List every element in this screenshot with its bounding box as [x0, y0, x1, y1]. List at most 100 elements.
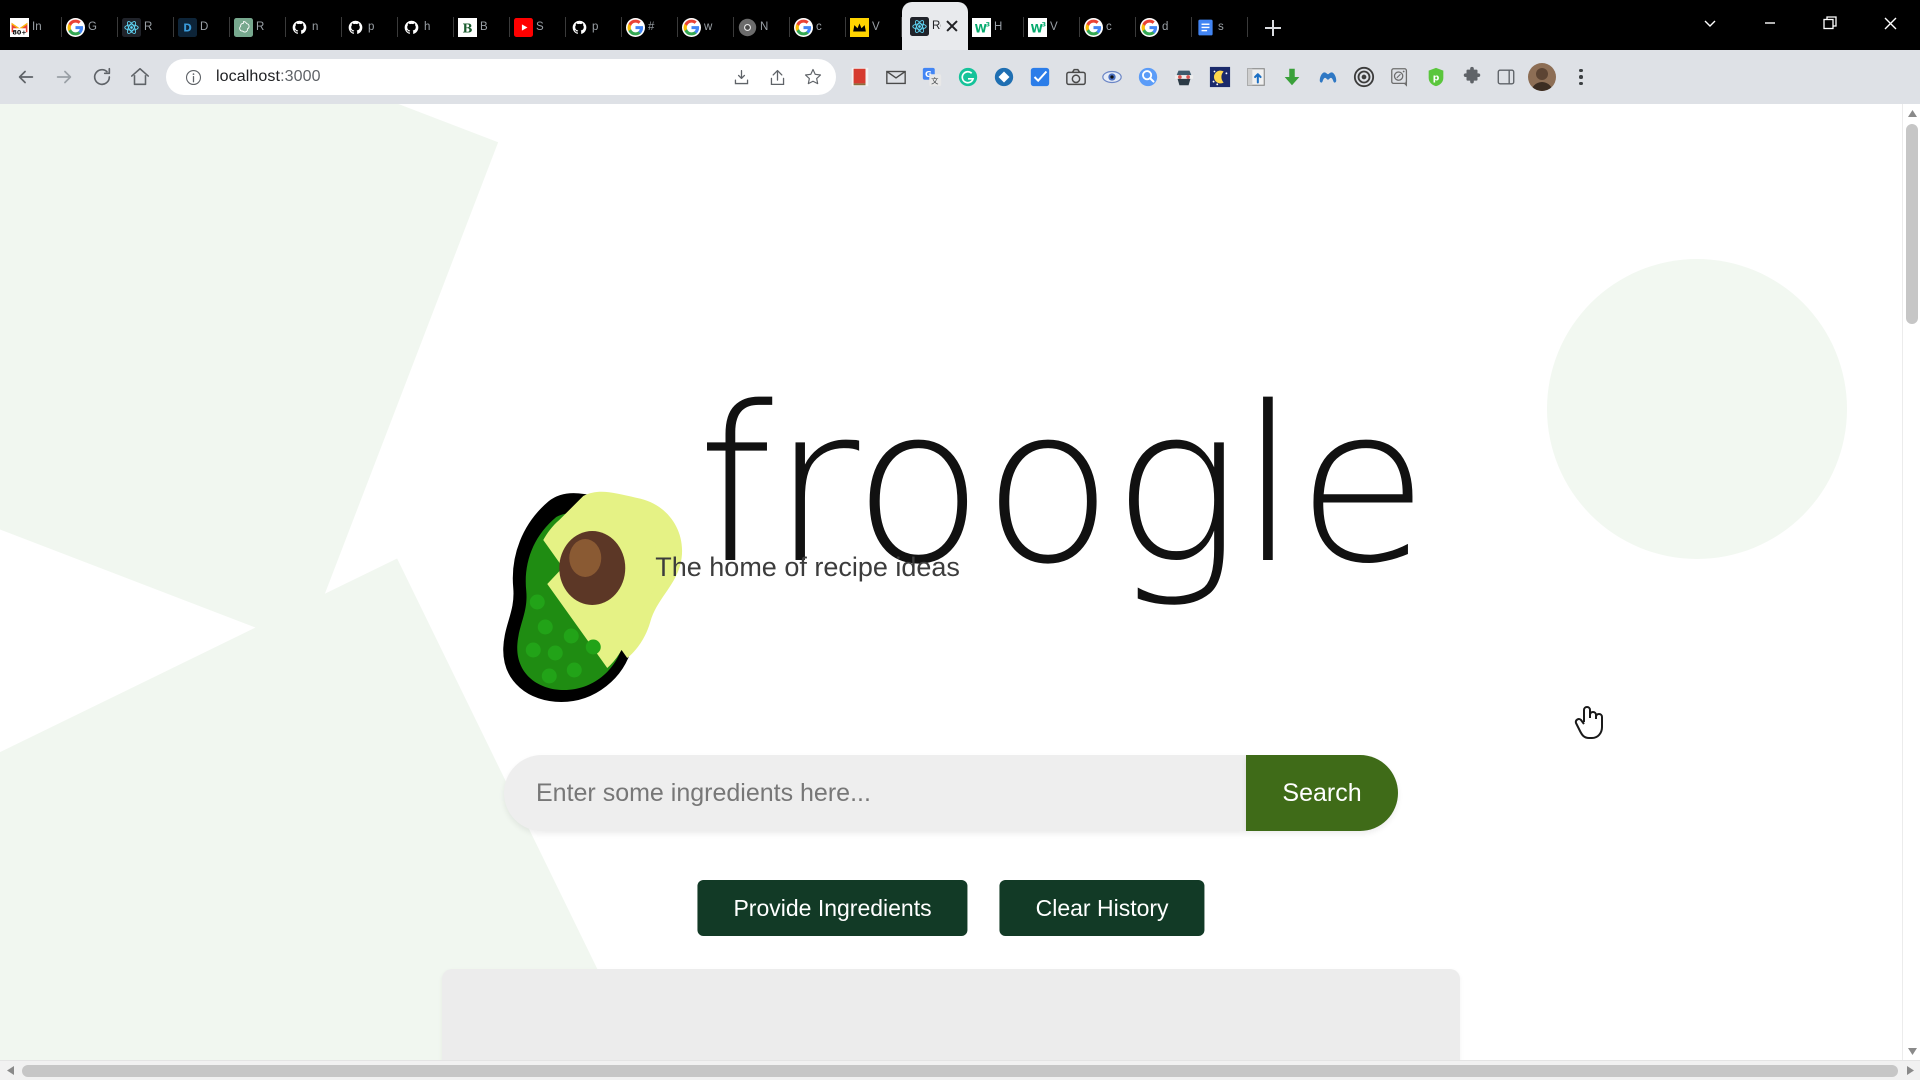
- github-icon: [290, 17, 309, 37]
- svg-text:B: B: [462, 21, 472, 35]
- bookstack-extension-icon[interactable]: [844, 61, 876, 93]
- webcam-extension-icon[interactable]: [1384, 61, 1416, 93]
- install-app-icon[interactable]: [728, 64, 754, 90]
- tab-4[interactable]: R: [230, 6, 286, 48]
- google-icon: [1084, 17, 1103, 37]
- eye-extension-icon[interactable]: [1096, 61, 1128, 93]
- tab-3[interactable]: DD: [174, 6, 230, 48]
- url-text[interactable]: localhost:3000: [216, 68, 718, 86]
- google-translate-extension-icon[interactable]: G文: [916, 61, 948, 93]
- address-bar[interactable]: localhost:3000: [166, 59, 836, 95]
- tab-14[interactable]: c: [790, 6, 846, 48]
- tab-2[interactable]: R: [118, 6, 174, 48]
- scroll-right-arrow-icon[interactable]: [1900, 1061, 1920, 1080]
- page-horizontal-scrollbar[interactable]: [0, 1060, 1920, 1080]
- tab-label: d: [1162, 21, 1169, 33]
- tab-7[interactable]: h: [398, 6, 454, 48]
- tab-5[interactable]: n: [286, 6, 342, 48]
- search-button[interactable]: Search: [1246, 755, 1398, 831]
- tab-8[interactable]: BB: [454, 6, 510, 48]
- reload-icon[interactable]: [84, 59, 120, 95]
- scroll-to-top-extension-icon[interactable]: [1240, 61, 1272, 93]
- share-icon[interactable]: [764, 64, 790, 90]
- target-extension-icon[interactable]: [1348, 61, 1380, 93]
- profile-avatar[interactable]: [1528, 63, 1556, 91]
- info-circle-icon[interactable]: [180, 64, 206, 90]
- tab-label: G: [88, 21, 97, 33]
- tab-19[interactable]: c: [1080, 6, 1136, 48]
- tab-label: S: [536, 21, 544, 33]
- scroll-up-arrow-icon[interactable]: [1903, 104, 1920, 122]
- provide-ingredients-button[interactable]: Provide Ingredients: [697, 880, 968, 936]
- dropbox-extension-icon[interactable]: [988, 61, 1020, 93]
- tab-10[interactable]: p: [566, 6, 622, 48]
- w3schools-icon: W3: [972, 17, 991, 37]
- clear-history-button[interactable]: Clear History: [999, 880, 1205, 936]
- tab-17[interactable]: W3H: [968, 6, 1024, 48]
- maximize-button[interactable]: [1800, 0, 1860, 46]
- vertical-scroll-thumb[interactable]: [1906, 124, 1918, 324]
- three-dot-menu-icon[interactable]: [1564, 60, 1598, 94]
- page-viewport: froogle The home of recipe ideas Enter s…: [0, 104, 1920, 1060]
- d-icon: D: [178, 17, 197, 37]
- tab-label: B: [480, 21, 488, 33]
- crown-icon: [850, 17, 869, 37]
- tab-21[interactable]: s: [1192, 6, 1248, 48]
- screenshot-extension-icon[interactable]: [1060, 61, 1092, 93]
- google-icon: [794, 17, 813, 37]
- history-panel[interactable]: [442, 969, 1460, 1060]
- tab-0[interactable]: 80+ In: [6, 6, 62, 48]
- tab-15[interactable]: V: [846, 6, 902, 48]
- openai-icon: [234, 17, 253, 37]
- close-button[interactable]: [1860, 0, 1920, 46]
- svg-text:3: 3: [1042, 21, 1046, 28]
- tab-18[interactable]: W3V: [1024, 6, 1080, 48]
- tab-active[interactable]: Re: [902, 2, 968, 50]
- froogle-page: froogle The home of recipe ideas Enter s…: [0, 104, 1902, 1060]
- search-input[interactable]: Enter some ingredients here...: [504, 755, 1246, 831]
- minimize-button[interactable]: [1740, 0, 1800, 46]
- star-icon[interactable]: [800, 64, 826, 90]
- github-icon: [570, 17, 589, 37]
- tab-12[interactable]: w: [678, 6, 734, 48]
- new-tab-button[interactable]: [1256, 11, 1290, 45]
- brand-header: froogle The home of recipe ideas: [475, 378, 1429, 709]
- tab-9[interactable]: S: [510, 6, 566, 48]
- pia-vpn-extension-icon[interactable]: p: [1420, 61, 1452, 93]
- night-mode-extension-icon[interactable]: [1204, 61, 1236, 93]
- incognito-avatar-extension-icon[interactable]: [1168, 61, 1200, 93]
- side-panel-icon[interactable]: [1490, 61, 1522, 93]
- extensions-bar: G文 p: [844, 61, 1488, 93]
- youtube-icon: [514, 17, 533, 37]
- scroll-left-arrow-icon[interactable]: [0, 1061, 20, 1080]
- mail-extension-icon[interactable]: [880, 61, 912, 93]
- scroll-down-arrow-icon[interactable]: [1903, 1042, 1920, 1060]
- search-extension-icon[interactable]: [1132, 61, 1164, 93]
- w3schools-icon: W3: [1028, 17, 1047, 37]
- google-docs-icon: [1196, 18, 1215, 37]
- tab-1[interactable]: G: [62, 6, 118, 48]
- tab-13[interactable]: N: [734, 6, 790, 48]
- tab-close-icon[interactable]: [944, 18, 960, 34]
- bookstack-icon: B: [458, 17, 477, 37]
- tab-20[interactable]: d: [1136, 6, 1192, 48]
- tab-11[interactable]: #: [622, 6, 678, 48]
- tab-label: V: [1050, 21, 1058, 33]
- page-vertical-scrollbar[interactable]: [1902, 104, 1920, 1060]
- puzzle-extensions-icon[interactable]: [1456, 61, 1488, 93]
- malwarebytes-extension-icon[interactable]: [1312, 61, 1344, 93]
- tab-label: c: [816, 21, 822, 33]
- tagline: The home of recipe ideas: [655, 552, 960, 582]
- todoist-extension-icon[interactable]: [1024, 61, 1056, 93]
- back-arrow-icon[interactable]: [8, 59, 44, 95]
- search-row: Enter some ingredients here... Search: [504, 755, 1398, 831]
- home-icon[interactable]: [122, 59, 158, 95]
- grammarly-extension-icon[interactable]: [952, 61, 984, 93]
- download-extension-icon[interactable]: [1276, 61, 1308, 93]
- browser-window: 80+InGRDDRnphBBSp#wNcVReW3HW3Vcds: [0, 0, 1920, 1080]
- forward-arrow-icon[interactable]: [46, 59, 82, 95]
- tab-label: Re: [932, 20, 941, 32]
- tab-6[interactable]: p: [342, 6, 398, 48]
- horizontal-scroll-thumb[interactable]: [22, 1064, 1898, 1077]
- tab-search-button[interactable]: [1680, 0, 1740, 46]
